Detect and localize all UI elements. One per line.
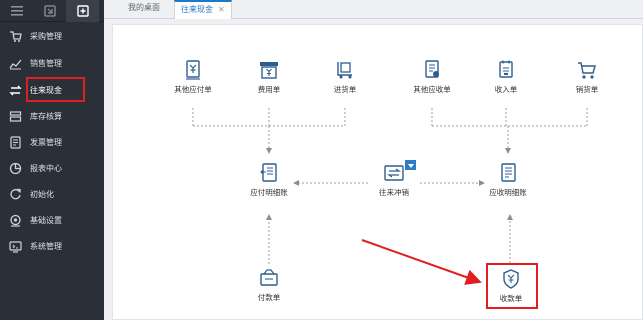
node-label: 付款单 bbox=[257, 293, 281, 302]
purchase-icon bbox=[0, 30, 30, 43]
receivable-ledger-icon bbox=[496, 161, 520, 185]
node-receivable-detail[interactable]: 应收明细账 bbox=[473, 161, 543, 198]
tab-label: 往来现金 bbox=[181, 5, 213, 14]
sales-icon bbox=[0, 57, 30, 70]
sidebar-item-label: 发票管理 bbox=[30, 137, 62, 147]
node-income[interactable]: 收入单 bbox=[471, 58, 541, 95]
node-other-receivable[interactable]: 其他应收单 bbox=[397, 58, 467, 95]
sidebar-item-label: 库存核算 bbox=[30, 111, 62, 121]
settings-icon bbox=[0, 214, 30, 227]
node-label: 其他应收单 bbox=[413, 85, 451, 94]
sidebar: 采购管理 销售管理 往来现金 库存核算 发票管理 报表中心 初始化 基础设置 系… bbox=[0, 0, 104, 320]
node-offset[interactable]: 往来冲销 bbox=[359, 161, 429, 198]
sidebar-item-sales[interactable]: 销售管理 bbox=[0, 51, 104, 75]
sidebar-item-invoice[interactable]: 发票管理 bbox=[0, 130, 104, 154]
sidebar-item-system[interactable]: 系统管理 bbox=[0, 234, 104, 258]
annotation-highlight-box bbox=[26, 77, 85, 102]
node-payment[interactable]: 付款单 bbox=[234, 266, 304, 303]
sidebar-item-label: 采购管理 bbox=[30, 31, 62, 41]
system-icon bbox=[0, 240, 30, 253]
close-icon[interactable]: ✕ bbox=[218, 5, 225, 14]
node-label: 费用单 bbox=[257, 85, 281, 94]
sidebar-item-label: 系统管理 bbox=[30, 241, 62, 251]
node-payable-detail[interactable]: 应付明细账 bbox=[234, 161, 304, 198]
tab-bar: 我的桌面 往来现金 ✕ bbox=[104, 0, 643, 19]
node-purchase[interactable]: 进货单 bbox=[310, 58, 380, 95]
sidebar-item-inventory[interactable]: 库存核算 bbox=[0, 104, 104, 128]
payable-doc-icon bbox=[181, 58, 205, 82]
sidebar-item-label: 报表中心 bbox=[30, 163, 62, 173]
income-doc-icon bbox=[494, 58, 518, 82]
sidebar-item-purchase[interactable]: 采购管理 bbox=[0, 24, 104, 48]
quick-add-icon[interactable] bbox=[66, 0, 99, 22]
node-label: 进货单 bbox=[333, 85, 357, 94]
tab-my-desktop[interactable]: 我的桌面 bbox=[128, 0, 160, 19]
tab-label: 我的桌面 bbox=[128, 3, 160, 12]
node-label: 收入单 bbox=[494, 85, 518, 94]
annotation-target-box bbox=[486, 263, 538, 309]
report-icon bbox=[0, 162, 30, 175]
node-label: 应收明细账 bbox=[489, 188, 527, 197]
offset-transfer-icon bbox=[382, 161, 406, 185]
sales-cart-icon bbox=[575, 58, 599, 82]
expense-register-icon bbox=[257, 58, 281, 82]
sidebar-item-init[interactable]: 初始化 bbox=[0, 182, 104, 206]
sidebar-item-label: 基础设置 bbox=[30, 215, 62, 225]
sidebar-item-report[interactable]: 报表中心 bbox=[0, 156, 104, 180]
inventory-icon bbox=[0, 110, 30, 123]
menu-icon[interactable] bbox=[0, 0, 33, 22]
node-sales[interactable]: 销货单 bbox=[552, 58, 622, 95]
receivable-doc-icon bbox=[420, 58, 444, 82]
sidebar-item-label: 初始化 bbox=[30, 189, 54, 199]
purchase-cart-icon bbox=[333, 58, 357, 82]
node-label: 销货单 bbox=[575, 85, 599, 94]
chevron-down-icon bbox=[407, 161, 414, 170]
invoice-icon bbox=[0, 135, 30, 149]
init-icon bbox=[0, 188, 30, 201]
payable-ledger-icon bbox=[257, 161, 281, 185]
node-label: 其他应付单 bbox=[174, 85, 212, 94]
favorites-icon[interactable] bbox=[33, 0, 66, 22]
node-label: 往来冲销 bbox=[379, 188, 409, 197]
sidebar-item-label: 销售管理 bbox=[30, 58, 62, 68]
node-other-payable[interactable]: 其他应付单 bbox=[158, 58, 228, 95]
offset-dropdown-button[interactable] bbox=[405, 160, 416, 170]
payment-doc-icon bbox=[257, 266, 281, 290]
sidebar-toolbar bbox=[0, 0, 104, 22]
sidebar-item-settings[interactable]: 基础设置 bbox=[0, 208, 104, 232]
node-label: 应付明细账 bbox=[250, 188, 288, 197]
node-expense[interactable]: 费用单 bbox=[234, 58, 304, 95]
tab-cash[interactable]: 往来现金 ✕ bbox=[174, 0, 232, 19]
